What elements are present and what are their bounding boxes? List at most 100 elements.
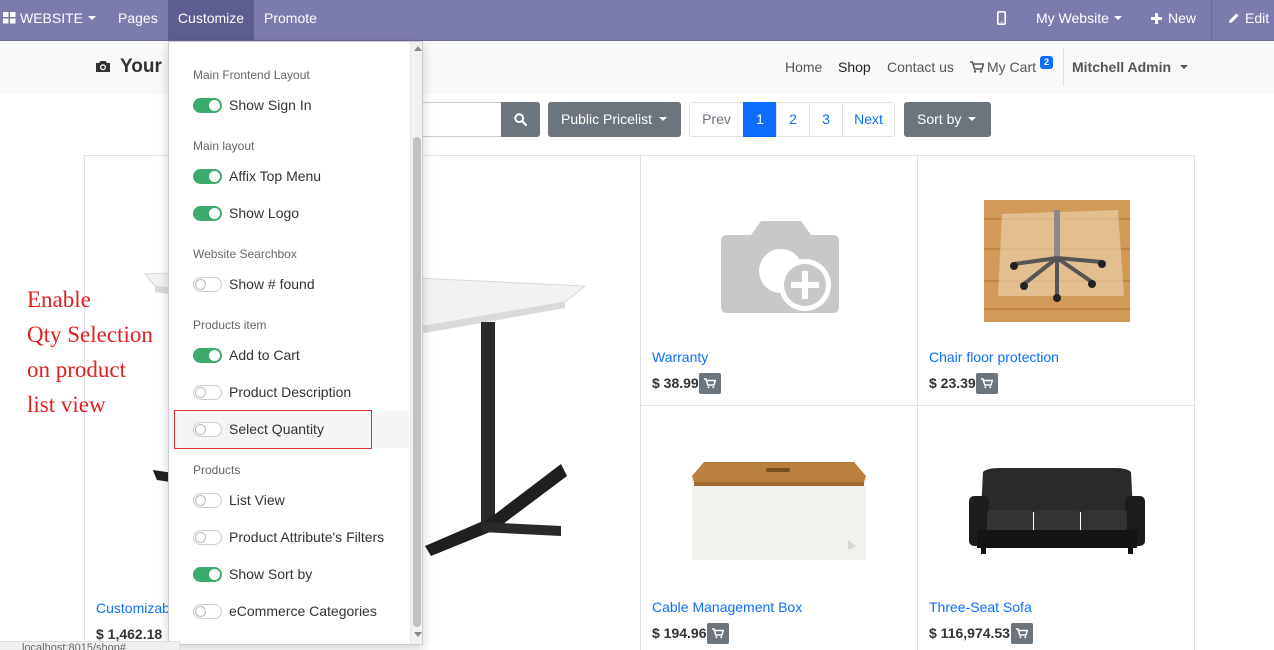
toggle-switch[interactable] <box>193 385 222 400</box>
product-price: $ 1,462.18 <box>96 626 163 642</box>
edit-button-label: Edit <box>1245 10 1270 26</box>
option-label: Show Sort by <box>229 566 313 582</box>
highlight-annotation-box <box>174 410 372 449</box>
annotation-line: list view <box>27 392 106 417</box>
nav-home[interactable]: Home <box>785 59 822 75</box>
toggle-switch[interactable] <box>193 530 222 545</box>
product-name[interactable]: Customizab <box>96 600 170 616</box>
add-to-cart-button[interactable] <box>1011 623 1033 644</box>
product-image-sofa <box>969 468 1145 554</box>
option-list-view[interactable]: List View <box>169 482 409 519</box>
option-show-sort-by[interactable]: Show Sort by <box>169 556 409 593</box>
option-show-sign-in[interactable]: Show Sign In <box>169 87 409 124</box>
site-logo[interactable]: Your <box>120 56 162 78</box>
group-title-website-searchbox: Website Searchbox <box>193 247 297 261</box>
option-affix-top-menu[interactable]: Affix Top Menu <box>169 158 409 195</box>
new-button[interactable]: New <box>1151 0 1196 40</box>
option-add-to-cart[interactable]: Add to Cart <box>169 337 409 374</box>
product-name[interactable]: Chair floor protection <box>929 349 1059 365</box>
option-show-found[interactable]: Show # found <box>169 266 409 303</box>
promote-menu[interactable]: Promote <box>264 0 317 40</box>
instruction-annotation: Enable Qty Selection on product list vie… <box>27 282 153 422</box>
pager-page-1[interactable]: 1 <box>743 102 777 137</box>
toggle-switch[interactable] <box>193 567 222 582</box>
pager-page-2[interactable]: 2 <box>776 102 810 137</box>
website-selector-label: My Website <box>1036 10 1109 26</box>
nav-my-cart[interactable]: My Cart <box>970 59 1036 75</box>
add-to-cart-button[interactable] <box>699 373 721 394</box>
status-url-text: localhost:8015/shop# <box>22 642 126 650</box>
option-label: List View <box>229 492 285 508</box>
user-menu[interactable]: Mitchell Admin <box>1063 48 1189 86</box>
pages-menu[interactable]: Pages <box>118 0 158 40</box>
mobile-phone-icon <box>997 11 1007 25</box>
pricelist-label: Public Pricelist <box>561 111 653 127</box>
edit-button[interactable]: Edit <box>1211 0 1274 40</box>
product-name[interactable]: Warranty <box>652 349 708 365</box>
option-label: Show Sign In <box>229 97 312 113</box>
camera-placeholder-icon <box>721 221 839 313</box>
pages-menu-label: Pages <box>118 10 158 26</box>
option-product-attribute-filters[interactable]: Product Attribute's Filters <box>169 519 409 556</box>
shopping-cart-icon <box>712 628 724 639</box>
annotation-line: Enable <box>27 287 91 312</box>
shopping-cart-icon <box>704 378 716 389</box>
product-search-input[interactable] <box>410 102 502 137</box>
customize-dropdown: Main Frontend Layout Show Sign In Main l… <box>168 41 423 645</box>
cart-count-badge: 2 <box>1040 56 1054 69</box>
product-card-three-seat-sofa[interactable]: Three-Seat Sofa $ 116,974.53 <box>917 405 1195 650</box>
pricelist-dropdown[interactable]: Public Pricelist <box>548 102 681 137</box>
customize-menu-label: Customize <box>177 10 245 26</box>
product-price: $ 194.96 <box>652 625 707 641</box>
product-card-chair-floor-protection[interactable]: Chair floor protection $ 23.39 <box>917 155 1195 406</box>
shopping-cart-icon <box>1016 628 1028 639</box>
mobile-preview-button[interactable] <box>997 0 1007 40</box>
toggle-switch[interactable] <box>193 277 222 292</box>
pagination: Prev 1 2 3 Next <box>689 102 895 137</box>
scroll-down-arrow-icon[interactable] <box>414 632 422 637</box>
toggle-switch[interactable] <box>193 206 222 221</box>
option-label: Product Description <box>229 384 352 400</box>
toggle-switch[interactable] <box>193 348 222 363</box>
toggle-switch[interactable] <box>193 604 222 619</box>
toggle-switch[interactable] <box>193 98 222 113</box>
nav-contact-us[interactable]: Contact us <box>887 59 954 75</box>
product-card-cable-management-box[interactable]: Cable Management Box $ 194.96 <box>640 405 918 650</box>
admin-top-bar: WEBSITE Pages Customize Promote My Websi… <box>0 0 1274 41</box>
nav-shop[interactable]: Shop <box>838 59 871 75</box>
option-label: Affix Top Menu <box>229 168 322 184</box>
product-name[interactable]: Three-Seat Sofa <box>929 599 1032 615</box>
scroll-up-arrow-icon[interactable] <box>414 46 422 51</box>
scrollbar-thumb[interactable] <box>413 137 421 627</box>
group-title-main-frontend-layout: Main Frontend Layout <box>193 68 310 82</box>
toggle-switch[interactable] <box>193 493 222 508</box>
user-name: Mitchell Admin <box>1072 59 1172 75</box>
option-ecommerce-categories[interactable]: eCommerce Categories <box>169 593 409 630</box>
annotation-line: Qty Selection <box>27 322 153 347</box>
search-button[interactable] <box>501 102 540 137</box>
sort-by-dropdown[interactable]: Sort by <box>904 102 991 137</box>
product-card-warranty[interactable]: Warranty $ 38.99 <box>640 155 918 406</box>
website-selector[interactable]: My Website <box>1036 0 1122 40</box>
group-title-products: Products <box>193 463 241 477</box>
apps-grid-icon <box>3 12 16 24</box>
pencil-icon <box>1229 13 1239 23</box>
chevron-down-icon <box>1180 65 1189 70</box>
pager-next[interactable]: Next <box>842 102 895 137</box>
product-name[interactable]: Cable Management Box <box>652 599 802 615</box>
product-price: $ 38.99 <box>652 375 699 391</box>
dropdown-scrollbar[interactable] <box>410 42 422 644</box>
customize-menu[interactable]: Customize <box>168 0 254 40</box>
add-to-cart-button[interactable] <box>976 373 998 394</box>
chevron-down-icon <box>968 117 977 122</box>
product-price: $ 23.39 <box>929 375 976 391</box>
website-apps-menu[interactable]: WEBSITE <box>3 0 97 40</box>
pager-page-3[interactable]: 3 <box>809 102 843 137</box>
add-to-cart-button[interactable] <box>707 623 729 644</box>
product-image-cable-box <box>692 462 866 560</box>
camera-logo-icon <box>96 61 110 72</box>
option-show-logo[interactable]: Show Logo <box>169 195 409 232</box>
pager-prev[interactable]: Prev <box>689 102 744 137</box>
option-product-description[interactable]: Product Description <box>169 374 409 411</box>
toggle-switch[interactable] <box>193 169 222 184</box>
